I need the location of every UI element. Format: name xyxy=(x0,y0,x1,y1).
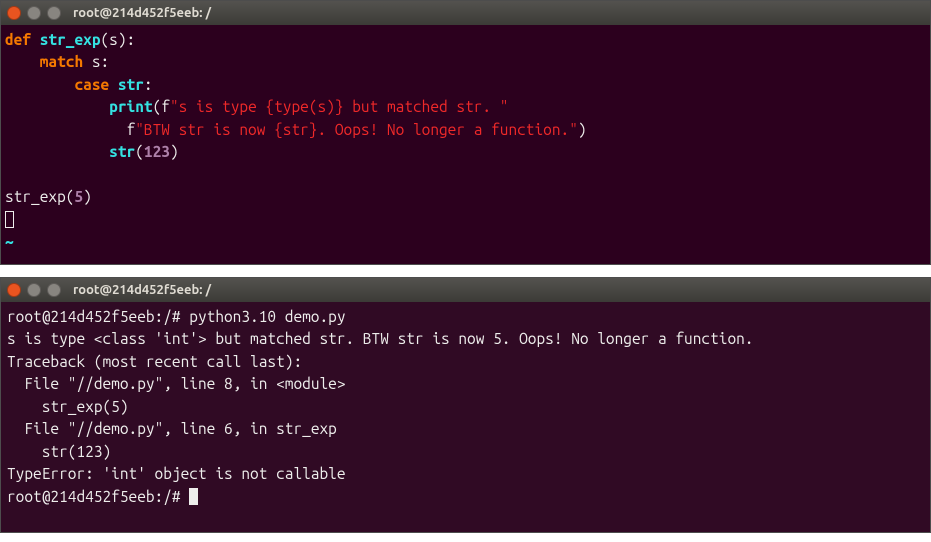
editor-window: root@214d452f5eeb: / def str_exp(s): mat… xyxy=(0,0,931,265)
builtin-print: print xyxy=(109,98,152,115)
terminal-line: s is type <class 'int'> but matched str.… xyxy=(7,330,753,347)
minimize-icon[interactable] xyxy=(27,283,41,297)
maximize-icon[interactable] xyxy=(47,283,61,297)
code-text: (s): xyxy=(101,31,136,48)
terminal-line: File "//demo.py", line 6, in str_exp xyxy=(7,420,337,437)
code-text: : xyxy=(144,76,153,93)
string-literal: "s is type {type(s)} but matched str. " xyxy=(170,98,509,115)
terminal-line: File "//demo.py", line 8, in <module> xyxy=(7,375,346,392)
code-text: str_exp( xyxy=(5,188,74,205)
code-text: (f xyxy=(153,98,170,115)
code-text: ( xyxy=(135,143,144,160)
window-title: root@214d452f5eeb: / xyxy=(73,6,211,20)
cursor-icon xyxy=(189,488,198,505)
terminal-line: str_exp(5) xyxy=(7,398,129,415)
code-text: f xyxy=(5,121,135,138)
terminal-content[interactable]: root@214d452f5eeb:/# python3.10 demo.py … xyxy=(1,302,930,532)
code-text: ) xyxy=(83,188,92,205)
maximize-icon[interactable] xyxy=(47,6,61,20)
terminal-line: Traceback (most recent call last): xyxy=(7,353,302,370)
close-icon[interactable] xyxy=(7,283,21,297)
keyword-def: def xyxy=(5,31,31,48)
window-gap xyxy=(0,265,931,277)
close-icon[interactable] xyxy=(7,6,21,20)
keyword-case: case xyxy=(74,76,109,93)
minimize-icon[interactable] xyxy=(27,6,41,20)
cursor-icon xyxy=(5,211,14,228)
terminal-line: TypeError: 'int' object is not callable xyxy=(7,465,346,482)
number-literal: 5 xyxy=(74,188,83,205)
window-title: root@214d452f5eeb: / xyxy=(73,283,211,297)
function-name: str_exp xyxy=(40,31,101,48)
type-str: str xyxy=(118,76,144,93)
editor-title-bar[interactable]: root@214d452f5eeb: / xyxy=(1,1,930,25)
terminal-prompt: root@214d452f5eeb:/# xyxy=(7,488,189,505)
terminal-title-bar[interactable]: root@214d452f5eeb: / xyxy=(1,278,930,302)
vim-tilde: ~ xyxy=(5,233,14,250)
builtin-str: str xyxy=(109,143,135,160)
number-literal: 123 xyxy=(144,143,170,160)
code-text: ) xyxy=(578,121,587,138)
editor-content[interactable]: def str_exp(s): match s: case str: print… xyxy=(1,25,930,264)
code-text: s: xyxy=(83,53,109,70)
terminal-line: str(123) xyxy=(7,443,111,460)
terminal-line: root@214d452f5eeb:/# python3.10 demo.py xyxy=(7,308,346,325)
code-text: ) xyxy=(170,143,179,160)
string-literal: "BTW str is now {str}. Oops! No longer a… xyxy=(135,121,578,138)
terminal-window: root@214d452f5eeb: / root@214d452f5eeb:/… xyxy=(0,277,931,533)
keyword-match: match xyxy=(40,53,83,70)
